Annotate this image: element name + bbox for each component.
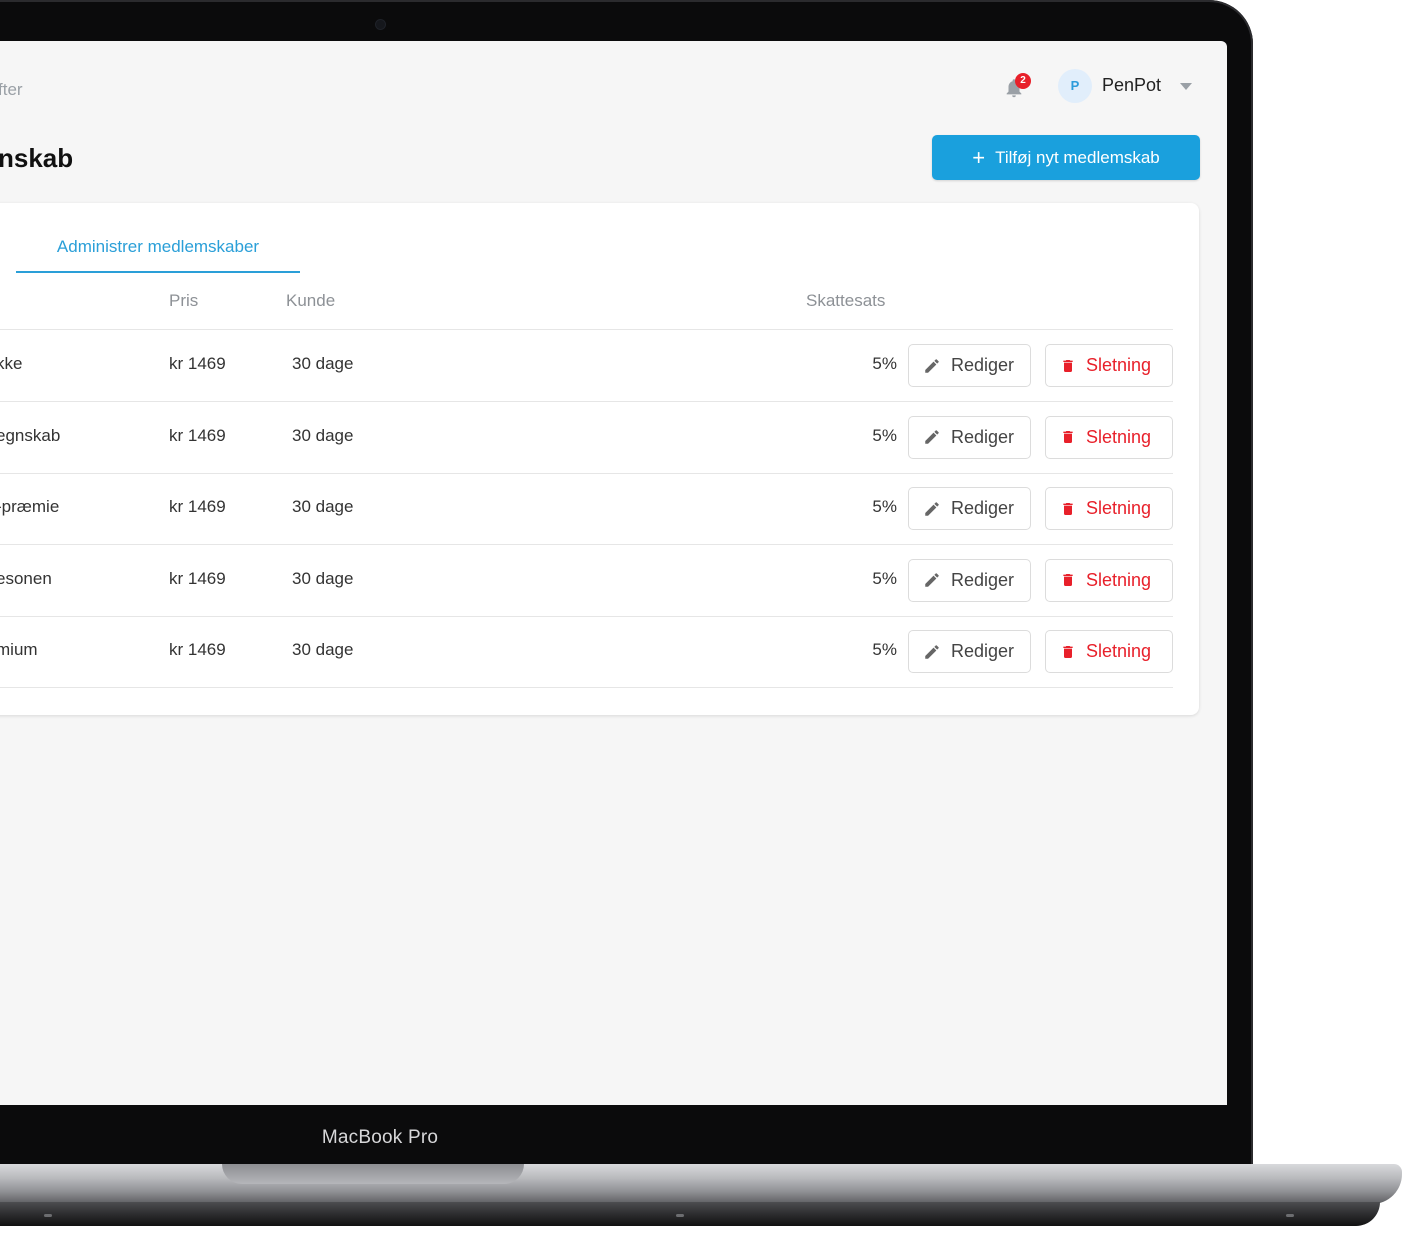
table-row: mium kr 1469 30 dage 5% Rediger Sletning xyxy=(0,616,1173,688)
delete-button[interactable]: Sletning xyxy=(1045,630,1173,673)
pencil-icon xyxy=(925,358,939,373)
edit-label: Rediger xyxy=(951,498,1015,518)
page-title: nskab xyxy=(0,143,74,173)
membership-customer: 30 dage xyxy=(292,568,354,588)
laptop-base xyxy=(0,1164,1402,1204)
pencil-icon xyxy=(925,644,939,659)
membership-name: kke xyxy=(0,354,23,373)
chevron-down-icon[interactable] xyxy=(1180,83,1192,90)
trash-icon xyxy=(1063,574,1073,586)
device-brand-label: MacBook Pro xyxy=(321,1127,439,1148)
membership-customer: 30 dage xyxy=(292,354,354,373)
membership-name: -præmie xyxy=(0,497,60,516)
trash-icon xyxy=(1063,645,1073,658)
delete-button[interactable]: Sletning xyxy=(1045,344,1173,387)
membership-tax: 5% xyxy=(872,425,897,445)
membership-price: kr 1469 xyxy=(169,568,226,588)
membership-tax: 5% xyxy=(872,640,897,659)
trash-icon xyxy=(1063,431,1073,443)
delete-label: Sletning xyxy=(1086,641,1152,661)
camera xyxy=(376,20,385,29)
membership-tax: 5% xyxy=(872,568,897,588)
delete-button[interactable]: Sletning xyxy=(1045,415,1173,459)
delete-label: Sletning xyxy=(1086,426,1152,447)
edit-button[interactable]: Rediger xyxy=(908,630,1031,673)
laptop-foot xyxy=(676,1214,684,1217)
edit-button[interactable]: Rediger xyxy=(908,344,1031,387)
edit-label: Rediger xyxy=(951,569,1015,590)
membership-customer: 30 dage xyxy=(292,425,354,445)
membership-customer: 30 dage xyxy=(292,640,354,659)
edit-label: Rediger xyxy=(951,426,1015,447)
membership-name: mium xyxy=(0,640,38,659)
membership-price: kr 1469 xyxy=(169,497,226,516)
laptop-base-bottom xyxy=(0,1202,1380,1226)
delete-label: Sletning xyxy=(1086,355,1152,375)
membership-price: kr 1469 xyxy=(169,354,226,373)
laptop-foot xyxy=(44,1214,52,1217)
membership-tax: 5% xyxy=(872,354,897,373)
pencil-icon xyxy=(925,501,939,516)
membership-card: Administrer medlemskaber Pris Kunde Skat… xyxy=(0,203,1199,715)
table-row: esonen kr 1469 30 dage 5% Rediger Sletning xyxy=(0,545,1173,617)
edit-label: Rediger xyxy=(951,355,1015,375)
laptop-notch xyxy=(222,1164,524,1184)
add-membership-label: Tilføj nyt medlemskab xyxy=(995,147,1160,167)
plus-icon: + xyxy=(972,144,986,170)
edit-button[interactable]: Rediger xyxy=(908,487,1031,530)
delete-label: Sletning xyxy=(1086,569,1152,590)
edit-button[interactable]: Rediger xyxy=(908,415,1031,459)
tab-manage-memberships[interactable]: Administrer medlemskaber xyxy=(16,237,300,273)
avatar[interactable]: P xyxy=(1058,69,1092,103)
app-screen: fter nskab 2 P PenPot + Tilføj nyt medle… xyxy=(0,41,1227,1105)
membership-tax: 5% xyxy=(872,497,897,516)
user-name[interactable]: PenPot xyxy=(1102,75,1161,96)
pencil-icon xyxy=(925,430,939,444)
membership-name: esonen xyxy=(0,568,52,588)
column-header-price[interactable]: Pris xyxy=(169,291,198,311)
pencil-icon xyxy=(925,573,939,587)
membership-price: kr 1469 xyxy=(169,425,226,445)
membership-customer: 30 dage xyxy=(292,497,354,516)
table-row: egnskab kr 1469 30 dage 5% Rediger Sletning xyxy=(0,402,1173,474)
breadcrumb[interactable]: fter xyxy=(0,80,23,100)
membership-name: egnskab xyxy=(0,425,61,445)
table-row: kke kr 1469 30 dage 5% Rediger Sletning xyxy=(0,330,1173,402)
laptop-foot xyxy=(1286,1214,1294,1217)
column-header-tax[interactable]: Skattesats xyxy=(806,291,885,311)
add-membership-button[interactable]: + Tilføj nyt medlemskab xyxy=(932,135,1200,180)
edit-label: Rediger xyxy=(951,641,1015,661)
column-header-customer[interactable]: Kunde xyxy=(286,291,335,311)
table-row: -præmie kr 1469 30 dage 5% Rediger Sletning xyxy=(0,473,1173,545)
trash-icon xyxy=(1063,359,1073,372)
delete-label: Sletning xyxy=(1086,498,1152,518)
delete-button[interactable]: Sletning xyxy=(1045,558,1173,602)
trash-icon xyxy=(1063,502,1073,515)
notification-badge: 2 xyxy=(1015,73,1031,89)
delete-button[interactable]: Sletning xyxy=(1045,487,1173,530)
membership-price: kr 1469 xyxy=(169,640,226,659)
edit-button[interactable]: Rediger xyxy=(908,558,1031,602)
